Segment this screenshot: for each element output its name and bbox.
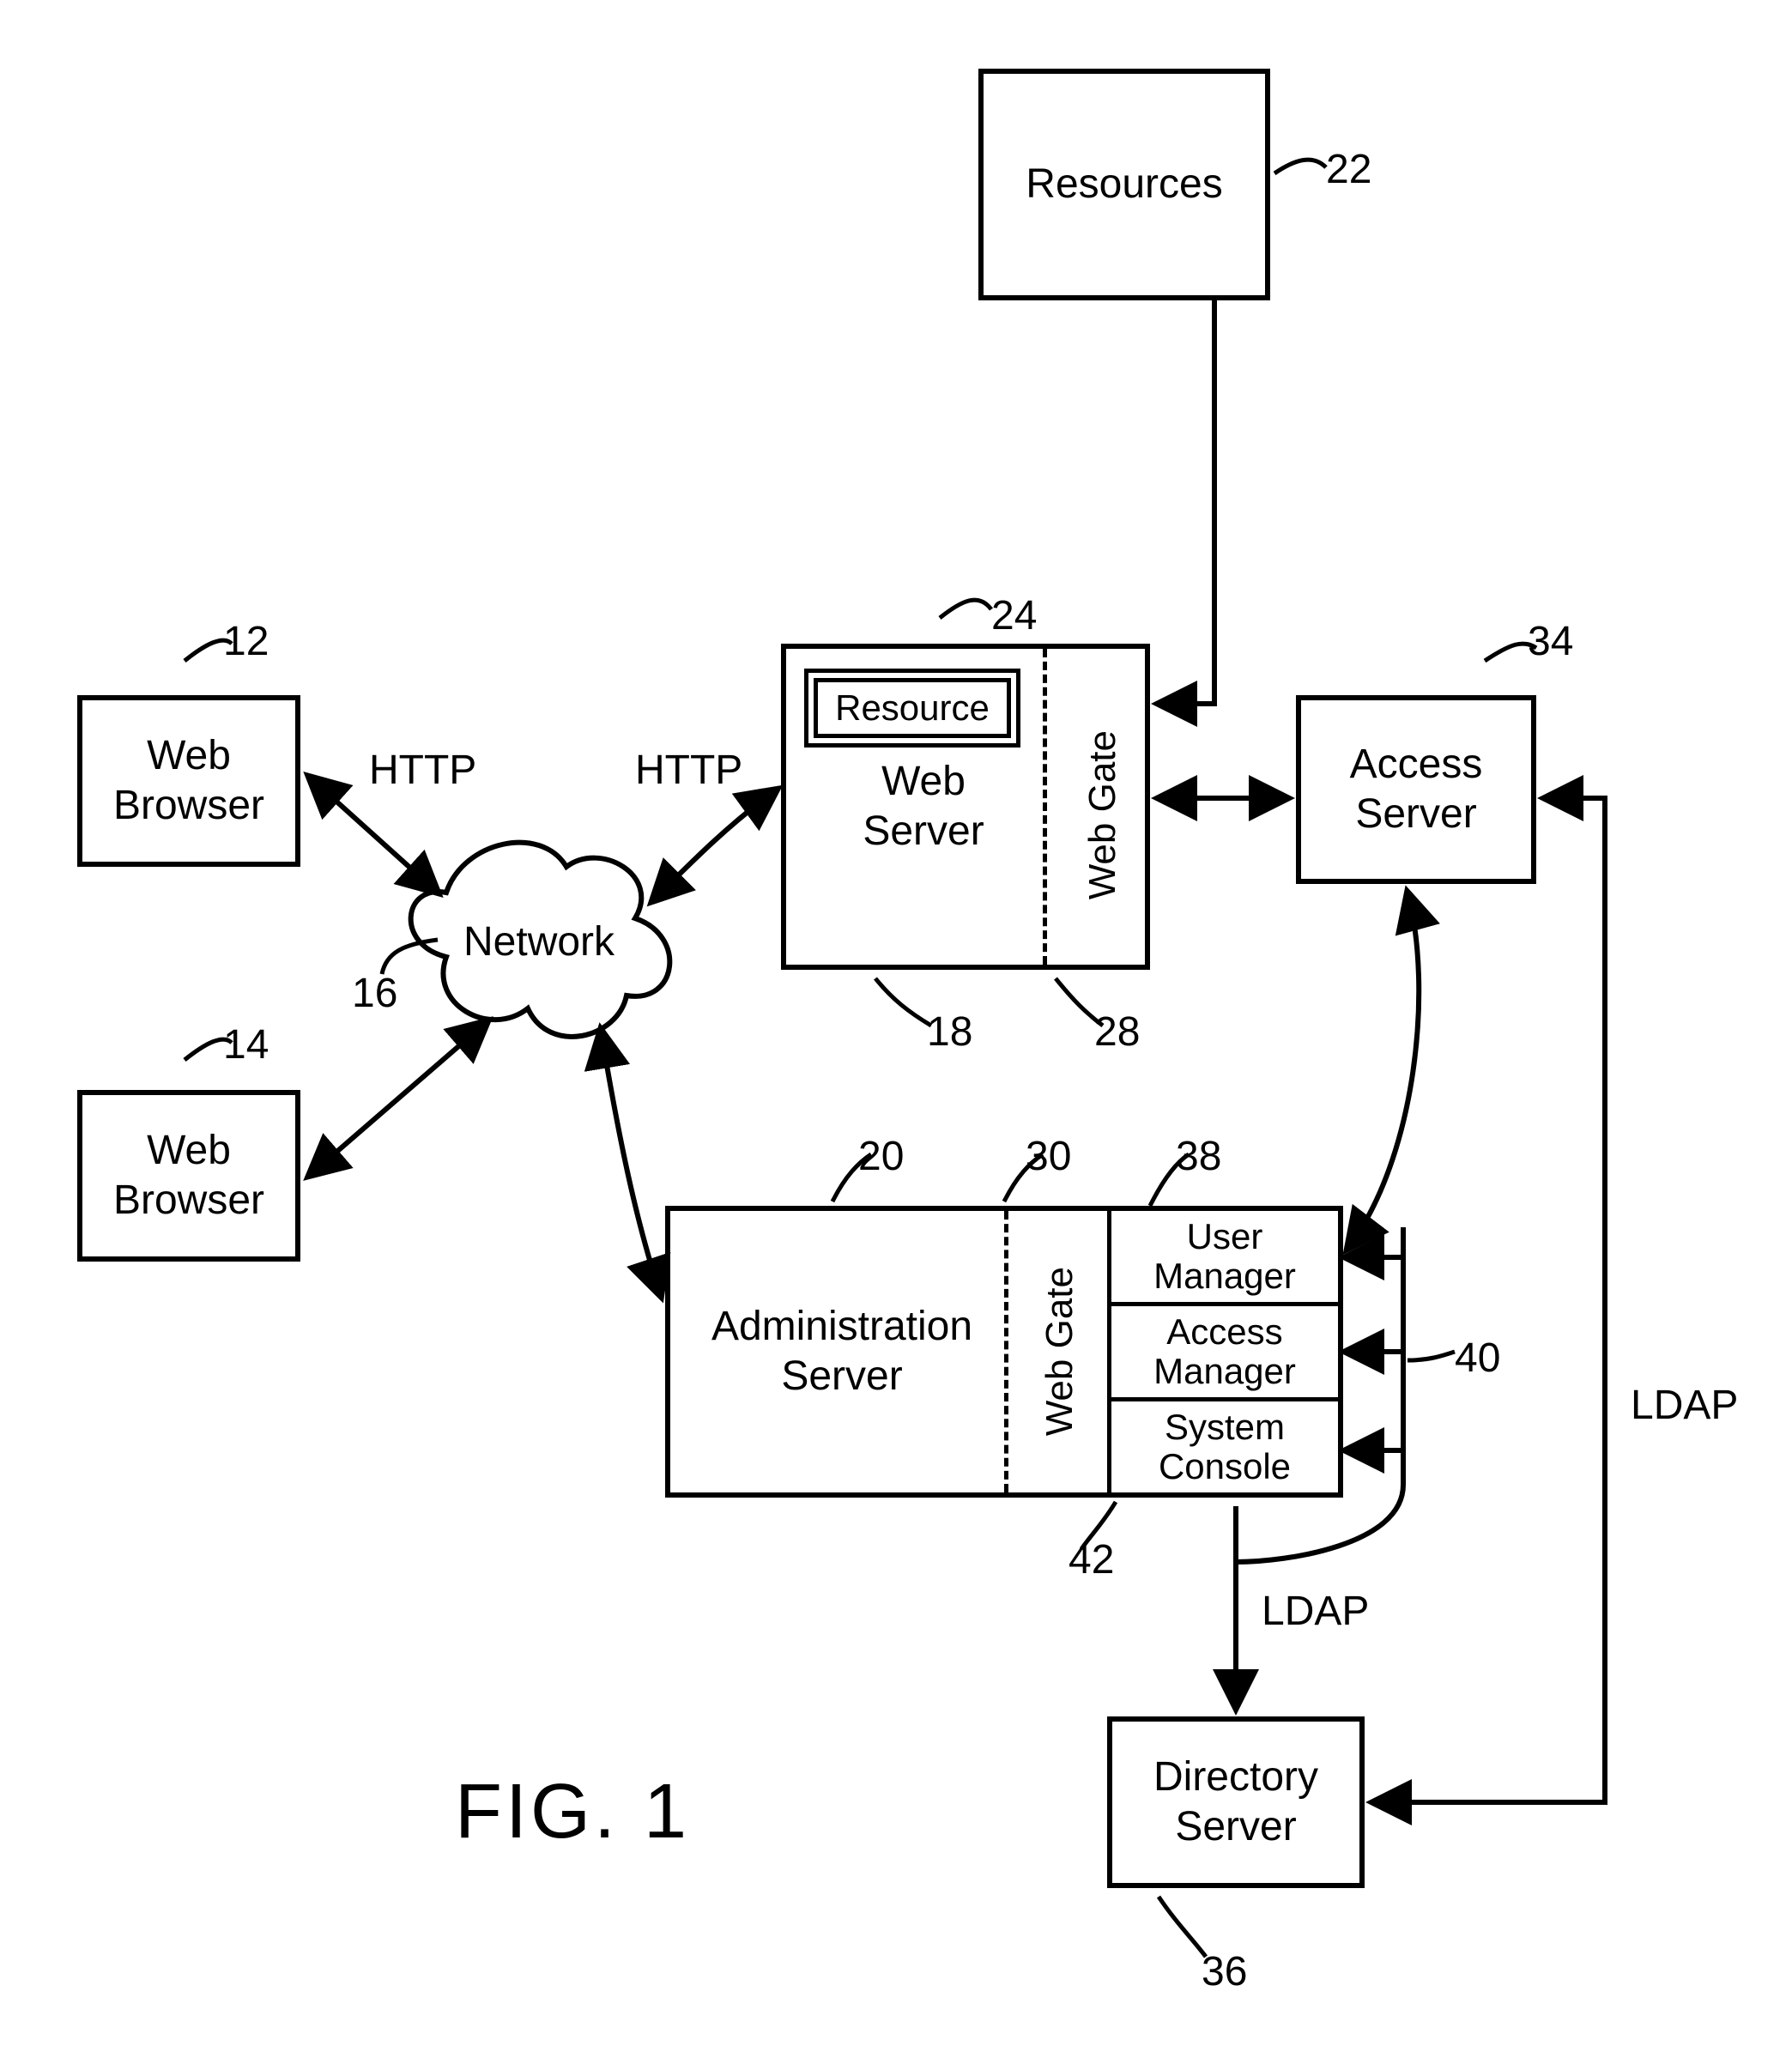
- directory-server-ref: 36: [1202, 1948, 1247, 1995]
- access-manager-ref: 40: [1455, 1335, 1500, 1382]
- directory-server-node: Directory Server: [1107, 1716, 1365, 1888]
- user-manager-label: User Manager: [1153, 1217, 1296, 1296]
- access-manager-node: Access Manager: [1111, 1306, 1338, 1401]
- http-label-2: HTTP: [635, 747, 742, 794]
- web-browser-2-label: Web Browser: [113, 1126, 264, 1225]
- admin-stack: User Manager Access Manager System Conso…: [1107, 1211, 1338, 1492]
- lead-16: [382, 940, 438, 974]
- edge-wb2-network: [309, 1021, 487, 1176]
- access-manager-label: Access Manager: [1153, 1312, 1296, 1391]
- web-browser-1-node: Web Browser: [77, 695, 300, 867]
- resources-ref: 22: [1326, 146, 1371, 193]
- resources-label: Resources: [1026, 160, 1222, 209]
- web-browser-2-node: Web Browser: [77, 1090, 300, 1262]
- directory-server-label: Directory Server: [1153, 1752, 1318, 1851]
- user-manager-node: User Manager: [1111, 1211, 1338, 1306]
- web-browser-2-ref: 14: [223, 1021, 269, 1068]
- lead-40: [1408, 1352, 1455, 1360]
- resources-node: Resources: [978, 69, 1270, 300]
- lead-18: [875, 978, 931, 1026]
- lead-22: [1274, 160, 1326, 173]
- admin-server-label: Administration Server: [696, 1302, 988, 1401]
- edge-wb1-network: [309, 777, 438, 893]
- web-browser-1-ref: 12: [223, 618, 269, 665]
- lead-36: [1159, 1897, 1206, 1957]
- admin-gate-label: Web Gate: [1038, 1267, 1081, 1436]
- web-server-resource-ref: 24: [991, 592, 1037, 639]
- web-browser-1-label: Web Browser: [113, 731, 264, 830]
- edge-network-admin: [601, 1030, 661, 1296]
- web-server-gate-label: Web Gate: [1081, 730, 1124, 899]
- network-label: Network: [463, 918, 614, 965]
- access-server-label: Access Server: [1350, 740, 1483, 838]
- edge-access-directory: [1373, 798, 1605, 1802]
- web-server-gate-node: Web Gate: [1073, 678, 1133, 953]
- web-server-ref: 18: [927, 1008, 972, 1056]
- edge-resources-webgate: [1159, 300, 1214, 704]
- figure-caption: FIG. 1: [455, 1768, 690, 1856]
- admin-gate-node: Web Gate: [1026, 1219, 1094, 1485]
- admin-gate-ref: 30: [1026, 1133, 1071, 1180]
- web-server-resource-label: Resource: [835, 687, 990, 729]
- web-server-gate-ref: 28: [1094, 1008, 1140, 1056]
- web-server-label: Web Server: [820, 757, 1026, 856]
- web-server-dash: [1043, 649, 1047, 965]
- ldap-label-2: LDAP: [1631, 1382, 1738, 1429]
- admin-dash: [1004, 1211, 1008, 1492]
- user-manager-ref: 38: [1176, 1133, 1221, 1180]
- edge-network-webserver: [652, 790, 777, 901]
- ldap-label-1: LDAP: [1262, 1588, 1369, 1635]
- web-server-resource-node: Resource: [814, 678, 1011, 738]
- admin-server-ref: 20: [858, 1133, 904, 1180]
- access-server-ref: 34: [1528, 618, 1573, 665]
- system-console-label: System Console: [1159, 1407, 1291, 1486]
- lead-24: [940, 600, 991, 618]
- system-console-node: System Console: [1111, 1401, 1338, 1492]
- access-server-node: Access Server: [1296, 695, 1536, 884]
- system-console-ref: 42: [1069, 1536, 1114, 1583]
- edge-admin-access: [1347, 893, 1419, 1249]
- http-label-1: HTTP: [369, 747, 476, 794]
- network-ref: 16: [352, 970, 397, 1017]
